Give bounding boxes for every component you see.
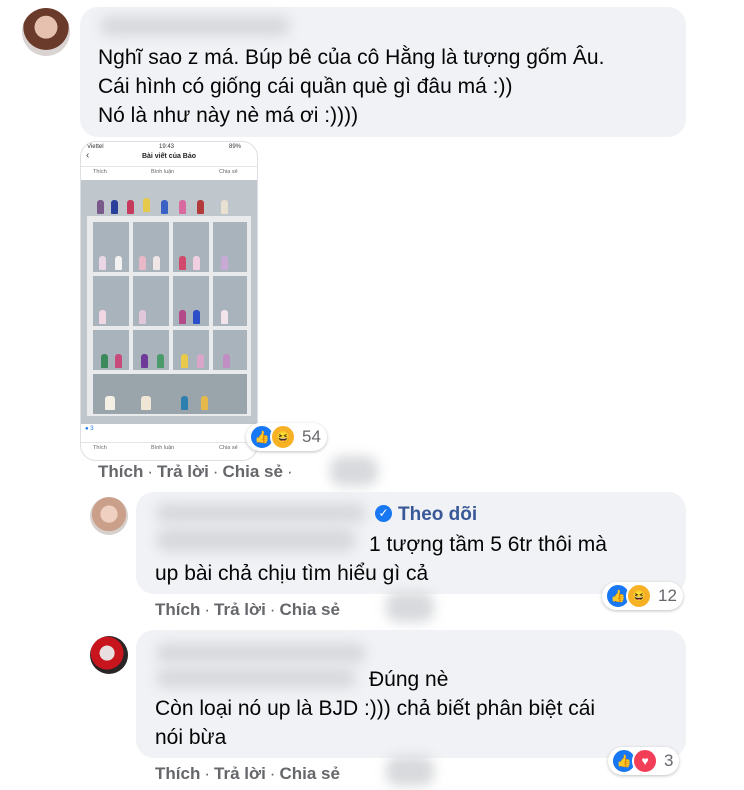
reply-button[interactable]: Trả lời <box>214 764 266 783</box>
share-button[interactable]: Chia sẻ <box>279 764 339 783</box>
verified-badge-icon: ✓ <box>375 505 392 522</box>
reaction-summary[interactable]: 👍 ♥ 3 <box>608 747 680 775</box>
comment-text: Nghĩ sao z má. Búp bê của cô Hằng là tượ… <box>98 46 605 69</box>
like-count-small: ● 3 <box>85 426 94 432</box>
haha-icon: 😆 <box>626 583 652 609</box>
redacted-author-name <box>156 643 366 663</box>
avatar[interactable] <box>22 8 70 56</box>
follow-link[interactable]: Theo dõi <box>398 503 477 527</box>
reaction-count: 54 <box>302 427 321 446</box>
redacted-timestamp <box>386 756 434 786</box>
comment-actions: Thích · Trả lời · Chia sẻ · <box>98 462 293 481</box>
like-icon: ● <box>85 426 89 432</box>
comment-text: Nó là như này nè má ơi :)))) <box>98 104 359 127</box>
comment-text: Cái hình có giống cái quần què gì đâu má… <box>98 75 513 98</box>
comment-actions: Thích · Trả lời · Chia sẻ <box>155 764 340 783</box>
like-button[interactable]: Thích <box>155 600 200 619</box>
carrier-label: Viettel <box>87 144 104 150</box>
redacted-text <box>156 528 356 552</box>
redacted-timestamp <box>386 592 434 622</box>
bar-share: Chia sẻ <box>219 169 238 175</box>
post-title: Bài viết của Bảo <box>141 153 197 160</box>
comment-text: nói bừa <box>155 726 227 749</box>
haha-icon: 😆 <box>270 424 296 450</box>
love-icon: ♥ <box>632 748 658 774</box>
redacted-text <box>156 668 356 688</box>
redacted-author-name <box>100 16 290 36</box>
reply-button[interactable]: Trả lời <box>214 600 266 619</box>
doll-shelf-photo <box>81 180 257 424</box>
like-button[interactable]: Thích <box>155 764 200 783</box>
comment-text: Còn loại nó up là BJD :))) chả biết phân… <box>155 697 596 720</box>
share-button[interactable]: Chia sẻ <box>222 462 282 481</box>
reaction-summary[interactable]: 👍 😆 54 <box>246 423 327 451</box>
redacted-author-name <box>156 503 366 523</box>
comment-text: up bài chả chịu tìm hiểu gì cả <box>155 562 429 585</box>
comment-text: Đúng nè <box>369 668 449 691</box>
like-button[interactable]: Thích <box>98 462 143 481</box>
avatar[interactable] <box>90 636 128 674</box>
post-action-bar: Thích Bình luận Chia sẻ <box>81 166 257 177</box>
reaction-count: 12 <box>658 586 677 605</box>
attached-screenshot[interactable]: Viettel 19:43 89% ‹ Bài viết của Bảo Thí… <box>80 141 258 461</box>
share-button[interactable]: Chia sẻ <box>279 600 339 619</box>
reaction-summary[interactable]: 👍 😆 12 <box>602 582 683 610</box>
status-bar: Viettel 19:43 89% <box>81 142 257 152</box>
reaction-count: 3 <box>664 751 674 770</box>
comment-actions: Thích · Trả lời · Chia sẻ <box>155 600 340 619</box>
post-action-bar-bottom: Thích Bình luận Chia sẻ <box>81 442 257 453</box>
comment-text: 1 tượng tầm 5 6tr thôi mà <box>369 533 607 556</box>
time-label: 19:43 <box>159 144 175 150</box>
battery-label: 89% <box>229 144 242 150</box>
bar-like: Thích <box>93 169 107 175</box>
reply-button[interactable]: Trả lời <box>157 462 209 481</box>
bar-comment: Bình luận <box>151 169 175 175</box>
avatar[interactable] <box>90 497 128 535</box>
redacted-timestamp <box>330 456 378 486</box>
